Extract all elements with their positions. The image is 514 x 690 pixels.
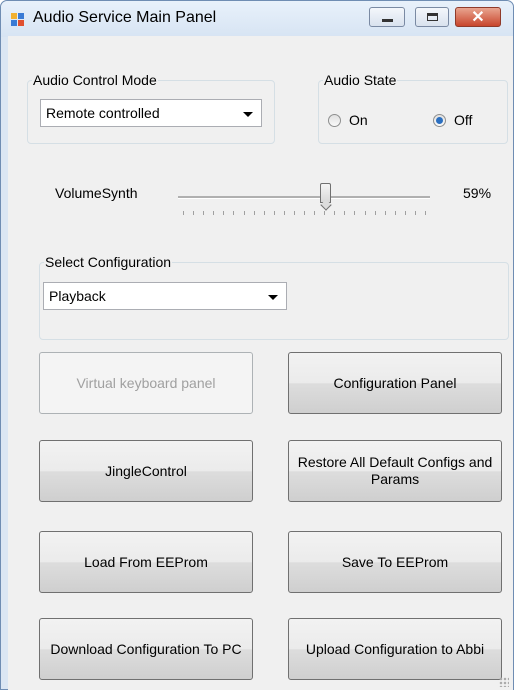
slider-tick — [374, 211, 376, 215]
audio-state-on-radio[interactable]: On — [328, 112, 368, 128]
slider-tick — [183, 211, 184, 215]
chevron-down-icon — [243, 112, 253, 117]
slider-tick — [404, 211, 406, 215]
slider-tick — [213, 211, 215, 215]
slider-tick — [223, 211, 225, 215]
slider-tick — [314, 211, 316, 215]
volume-value: 59% — [463, 185, 492, 201]
download-configuration-button[interactable]: Download Configuration To PC — [39, 618, 253, 680]
title-bar[interactable]: Audio Service Main Panel ✕ — [1, 1, 513, 37]
maximize-button[interactable] — [415, 7, 449, 27]
volume-slider-track[interactable] — [178, 196, 430, 199]
slider-tick — [304, 211, 305, 215]
slider-tick — [334, 211, 336, 215]
slider-tick — [273, 211, 275, 215]
app-window-icon — [11, 13, 25, 27]
audio-state-off-label: Off — [454, 112, 473, 128]
audio-control-mode-label: Audio Control Mode — [32, 72, 158, 88]
upload-configuration-button[interactable]: Upload Configuration to Abbi — [288, 618, 502, 680]
slider-tick — [193, 211, 195, 215]
radio-off-indicator — [328, 113, 341, 127]
client-area: Audio Control Mode Remote controlled Aud… — [8, 36, 513, 690]
maximize-icon — [427, 13, 438, 21]
resize-grip-icon[interactable] — [499, 677, 509, 687]
main-window: Audio Service Main Panel ✕ Audio Control… — [0, 0, 514, 690]
window-title: Audio Service Main Panel — [33, 9, 217, 26]
save-eeprom-button[interactable]: Save To EEProm — [288, 531, 502, 593]
slider-tick — [344, 211, 346, 215]
chevron-down-icon — [268, 295, 278, 300]
slider-tick — [425, 211, 426, 215]
configuration-value: Playback — [49, 288, 106, 304]
slider-tick — [324, 211, 326, 215]
configuration-select[interactable]: Playback — [43, 282, 287, 310]
minimize-button[interactable] — [369, 7, 405, 27]
jingle-control-button[interactable]: JingleControl — [39, 440, 253, 502]
audio-state-label: Audio State — [323, 72, 398, 88]
slider-tick — [283, 211, 285, 215]
select-configuration-label: Select Configuration — [44, 254, 173, 270]
slider-tick — [263, 211, 265, 215]
load-eeprom-button[interactable]: Load From EEProm — [39, 531, 253, 593]
radio-selected-indicator — [433, 113, 446, 127]
close-icon: ✕ — [471, 9, 485, 26]
restore-defaults-button[interactable]: Restore All Default Configs and Params — [288, 440, 502, 502]
slider-tick — [233, 211, 235, 215]
slider-tick — [394, 211, 396, 215]
volume-label: VolumeSynth — [55, 185, 138, 201]
slider-tick — [364, 211, 366, 215]
configuration-panel-button[interactable]: Configuration Panel — [288, 352, 502, 414]
slider-tick — [243, 211, 245, 215]
close-button[interactable]: ✕ — [455, 7, 501, 27]
slider-tick — [203, 211, 205, 215]
minimize-icon — [382, 19, 393, 22]
slider-tick — [293, 211, 295, 215]
audio-state-off-radio[interactable]: Off — [433, 112, 472, 128]
audio-control-mode-select[interactable]: Remote controlled — [40, 99, 262, 127]
slider-tick — [253, 211, 255, 215]
virtual-keyboard-button[interactable]: Virtual keyboard panel — [39, 352, 253, 414]
slider-tick — [414, 211, 416, 215]
audio-state-on-label: On — [349, 112, 368, 128]
volume-slider-thumb[interactable] — [320, 183, 332, 203]
slider-tick — [384, 211, 386, 215]
audio-control-mode-value: Remote controlled — [46, 105, 160, 121]
slider-tick — [354, 211, 356, 215]
